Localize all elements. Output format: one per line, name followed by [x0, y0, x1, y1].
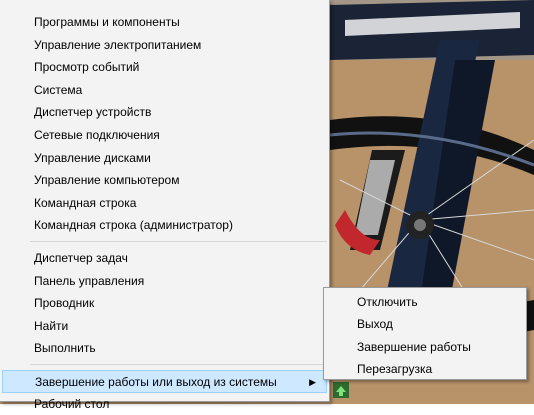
quick-link-menu: Программы и компоненты Управление электр… — [0, 0, 330, 402]
shutdown-submenu: Отключить Выход Завершение работы Переза… — [323, 287, 527, 380]
menu-item-search[interactable]: Найти — [0, 315, 329, 338]
menu-item-device-manager[interactable]: Диспетчер устройств — [0, 101, 329, 124]
submenu-item-sleep[interactable]: Отключить — [324, 291, 526, 313]
menu-item-shutdown-label: Завершение работы или выход из системы — [35, 375, 277, 389]
menu-item-power-options[interactable]: Управление электропитанием — [0, 34, 329, 57]
menu-item-run[interactable]: Выполнить — [0, 337, 329, 360]
menu-item-command-prompt[interactable]: Командная строка — [0, 192, 329, 215]
menu-separator — [30, 241, 327, 242]
submenu-item-restart[interactable]: Перезагрузка — [324, 358, 526, 380]
menu-item-programs-and-features[interactable]: Программы и компоненты — [0, 11, 329, 34]
menu-item-control-panel[interactable]: Панель управления — [0, 270, 329, 293]
menu-item-shutdown-or-sign-out[interactable]: Завершение работы или выход из системы ▶ — [2, 370, 327, 393]
menu-item-command-prompt-admin[interactable]: Командная строка (администратор) — [0, 214, 329, 237]
submenu-item-shut-down[interactable]: Завершение работы — [324, 336, 526, 358]
green-arrow-icon — [333, 382, 349, 398]
menu-item-file-explorer[interactable]: Проводник — [0, 292, 329, 315]
menu-item-network-connections[interactable]: Сетевые подключения — [0, 124, 329, 147]
submenu-item-sign-out[interactable]: Выход — [324, 313, 526, 335]
menu-item-computer-management[interactable]: Управление компьютером — [0, 169, 329, 192]
menu-item-system[interactable]: Система — [0, 79, 329, 102]
chevron-right-icon: ▶ — [309, 371, 316, 394]
menu-item-disk-management[interactable]: Управление дисками — [0, 147, 329, 170]
menu-item-task-manager[interactable]: Диспетчер задач — [0, 247, 329, 270]
menu-item-event-viewer[interactable]: Просмотр событий — [0, 56, 329, 79]
menu-separator — [30, 364, 327, 365]
